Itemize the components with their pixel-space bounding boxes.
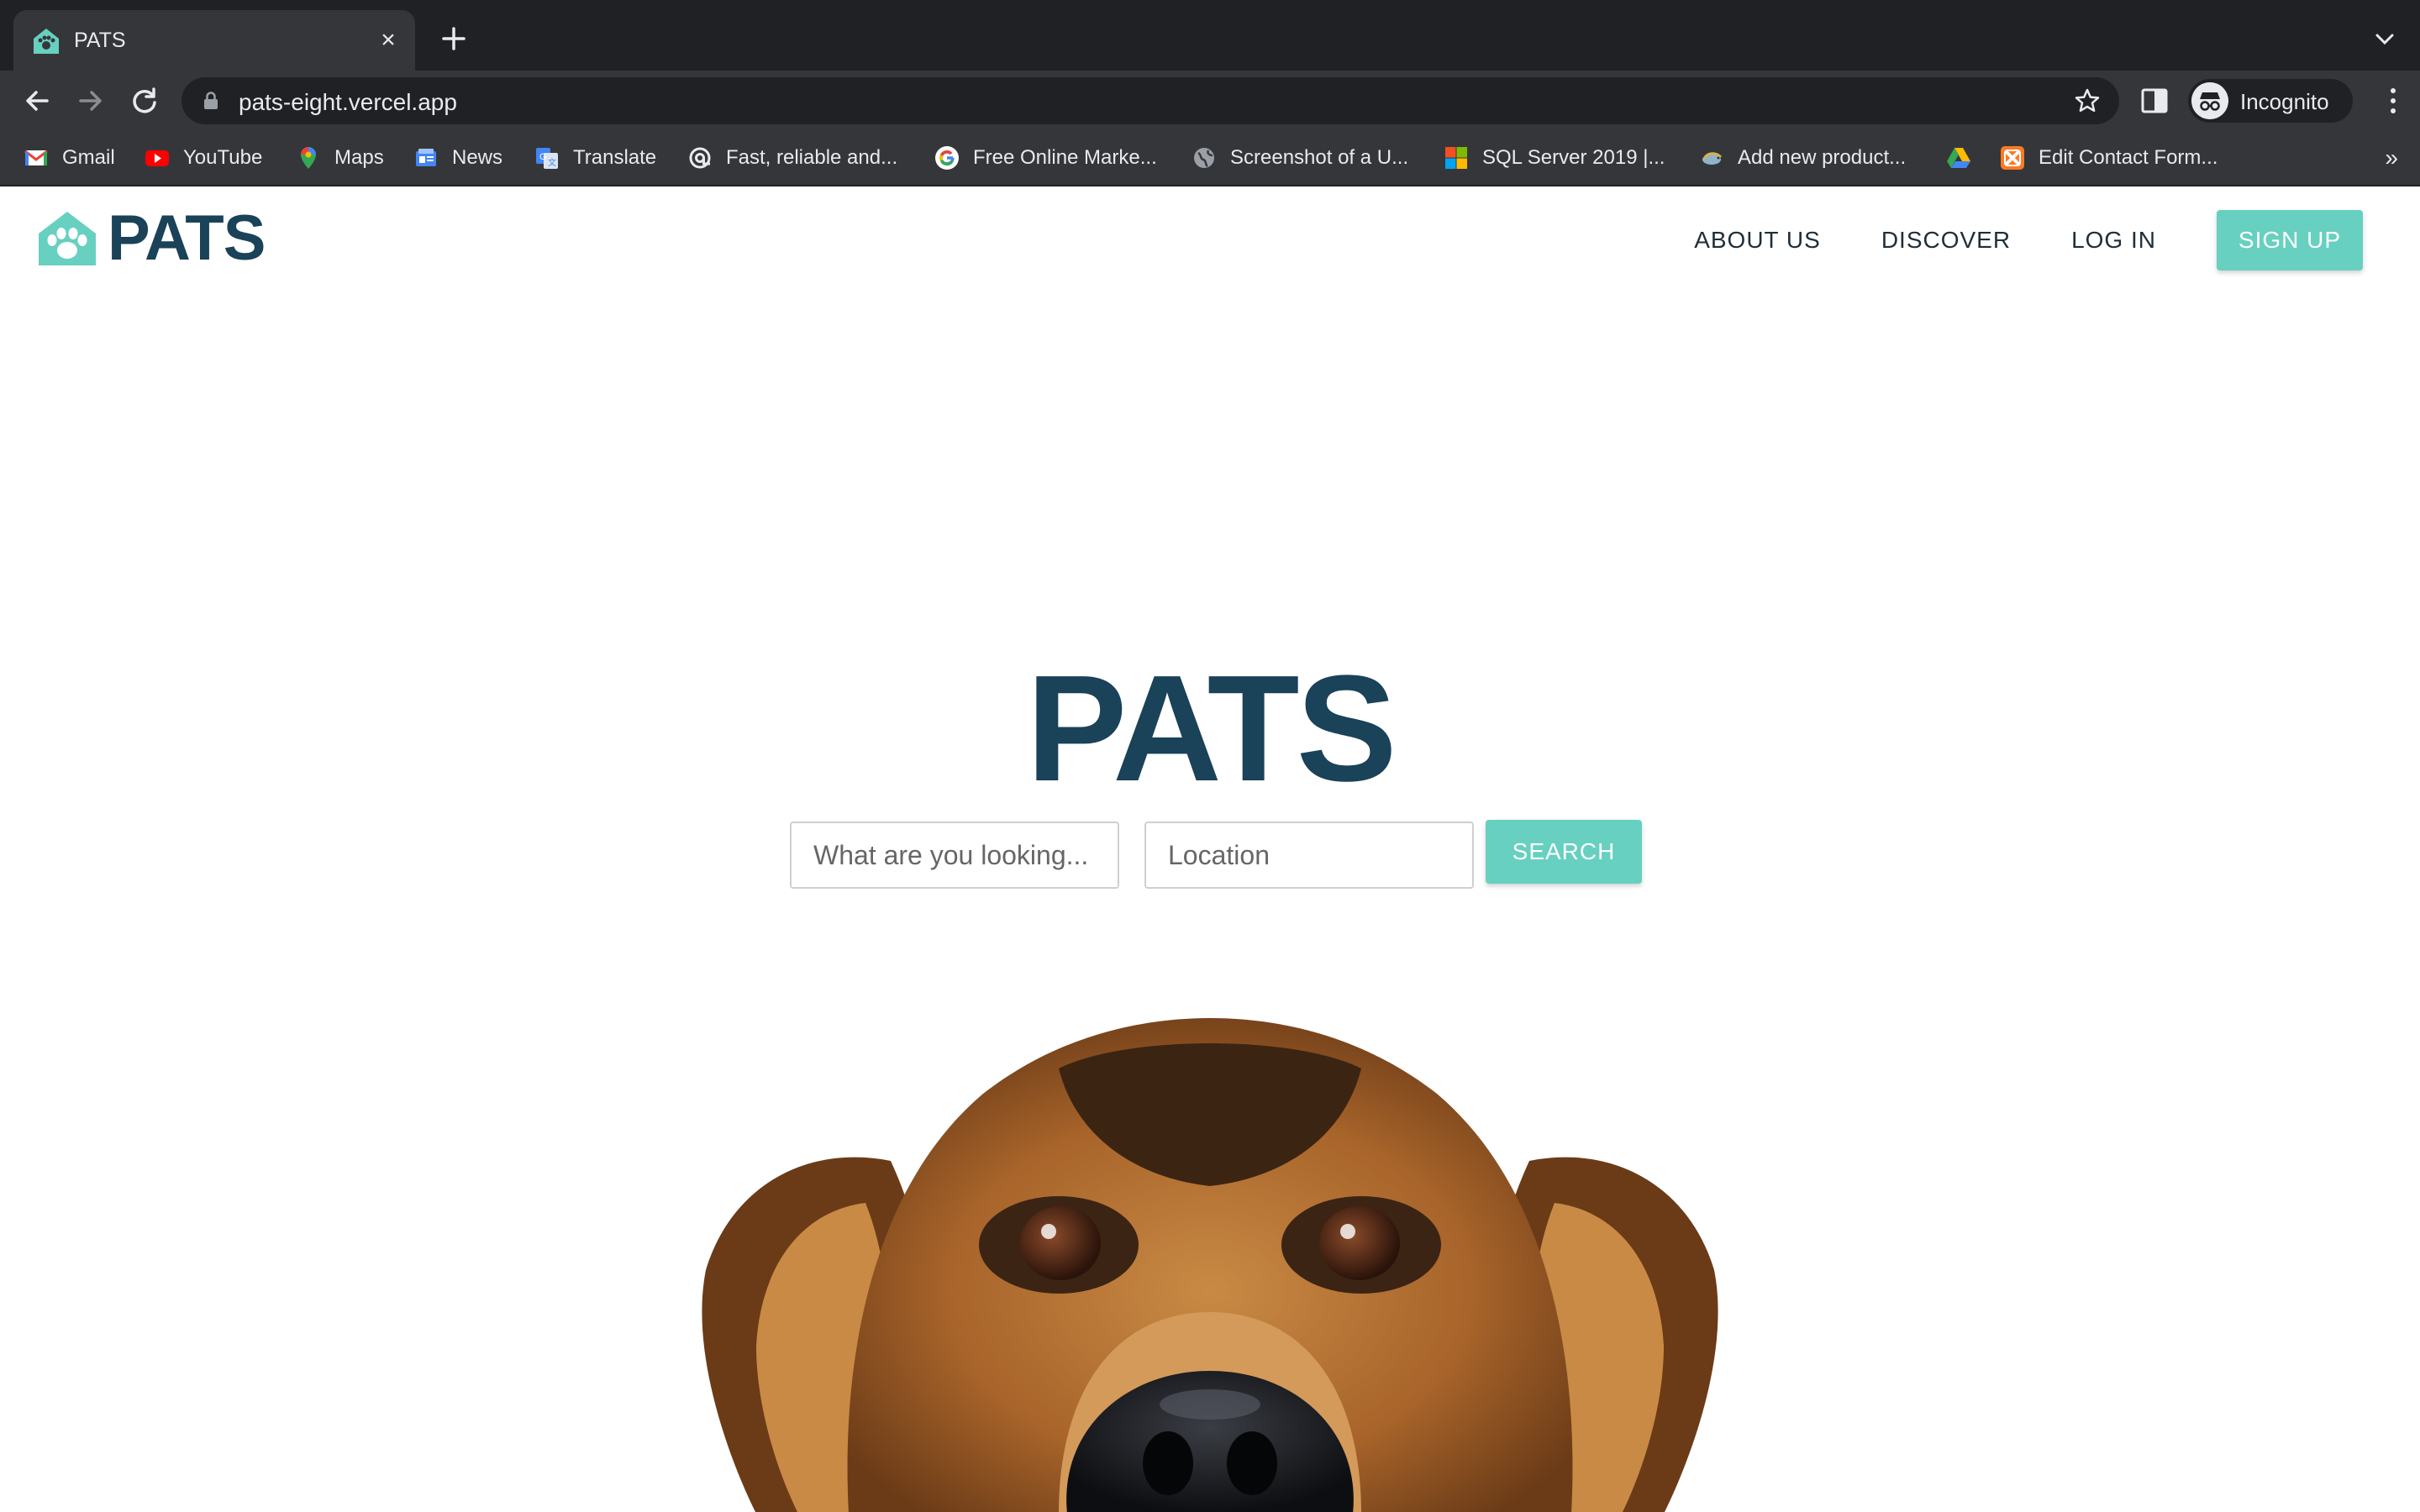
bookmark-translate[interactable]: G 文 Translate bbox=[534, 143, 656, 173]
bookmark-news[interactable]: News bbox=[413, 143, 502, 173]
bookmark-label: News bbox=[452, 146, 503, 169]
bookmark-label: Edit Contact Form... bbox=[2039, 146, 2218, 169]
url-text[interactable]: pats-eight.vercel.app bbox=[239, 89, 457, 116]
incognito-profile-button[interactable]: Incognito bbox=[2188, 79, 2353, 123]
nav-discover[interactable]: DISCOVER bbox=[1881, 227, 2011, 254]
microsoft-icon bbox=[1445, 147, 1467, 169]
logo-wordmark: PATS bbox=[108, 202, 266, 274]
tab-title: PATS bbox=[74, 29, 126, 52]
browser-tab[interactable]: PATS × bbox=[13, 10, 415, 71]
svg-text:G: G bbox=[539, 152, 547, 162]
lock-icon[interactable] bbox=[203, 92, 218, 110]
gmail-icon bbox=[24, 150, 48, 165]
bookmark-gmail[interactable]: Gmail bbox=[24, 143, 115, 173]
back-arrow-icon[interactable] bbox=[18, 82, 55, 119]
bookmark-label: Gmail bbox=[62, 146, 115, 169]
browser-toolbar: pats-eight.vercel.app Incognito bbox=[0, 71, 2420, 131]
bookmarks-overflow-chevron-icon[interactable]: » bbox=[2385, 144, 2398, 171]
tab-close-icon[interactable]: × bbox=[373, 25, 403, 55]
maps-icon bbox=[301, 147, 316, 169]
bookmark-label: Screenshot of a U... bbox=[1230, 146, 1409, 169]
globe-icon bbox=[1194, 148, 1214, 168]
bookmark-label: Add new product... bbox=[1738, 146, 1907, 169]
bookmark-maps[interactable]: Maps bbox=[296, 143, 384, 173]
google-icon bbox=[935, 146, 959, 170]
xampp-icon bbox=[2001, 146, 2024, 170]
bookmark-label: SQL Server 2019 |... bbox=[1482, 146, 1665, 169]
nav-about-us[interactable]: ABOUT US bbox=[1694, 227, 1821, 254]
site-logo[interactable]: PATS bbox=[37, 202, 266, 274]
bookmark-google-drive[interactable] bbox=[1946, 143, 1985, 173]
bookmark-label: Translate bbox=[573, 146, 657, 169]
dog-hero-image bbox=[702, 1018, 1718, 1512]
bookmark-screenshot[interactable]: Screenshot of a U... bbox=[1192, 143, 1408, 173]
bookmark-label: YouTube bbox=[183, 146, 263, 169]
bookmark-sql-server[interactable]: SQL Server 2019 |... bbox=[1444, 143, 1665, 173]
at-sign-icon bbox=[689, 147, 711, 169]
incognito-label: Incognito bbox=[2240, 89, 2329, 114]
side-panel-icon[interactable] bbox=[2139, 86, 2170, 116]
nav-log-in[interactable]: LOG IN bbox=[2071, 227, 2156, 254]
incognito-icon bbox=[2191, 82, 2228, 119]
bookmark-label: Fast, reliable and... bbox=[726, 146, 898, 169]
bookmark-star-icon[interactable] bbox=[2074, 87, 2101, 114]
bird-icon bbox=[1702, 152, 1723, 165]
youtube-icon bbox=[145, 150, 169, 166]
new-tab-icon[interactable] bbox=[437, 22, 471, 55]
search-button[interactable]: SEARCH bbox=[1486, 820, 1642, 884]
bookmark-free-online-marketing[interactable]: Free Online Marke... bbox=[934, 143, 1157, 173]
pats-favicon-icon bbox=[34, 29, 59, 54]
bookmark-label: Free Online Marke... bbox=[973, 146, 1157, 169]
reload-icon[interactable] bbox=[126, 82, 163, 119]
what-search-input[interactable] bbox=[790, 822, 1119, 889]
translate-icon: G 文 bbox=[536, 148, 558, 169]
svg-text:文: 文 bbox=[548, 157, 556, 168]
location-input[interactable] bbox=[1144, 822, 1474, 889]
sign-up-button[interactable]: SIGN UP bbox=[2217, 210, 2363, 270]
bookmark-fast-reliable[interactable]: Fast, reliable and... bbox=[687, 143, 897, 173]
page-content: PATS ABOUT US DISCOVER LOG IN SIGN UP PA… bbox=[0, 186, 2420, 1512]
bookmark-label: Maps bbox=[334, 146, 384, 169]
forward-arrow-icon[interactable] bbox=[72, 82, 109, 119]
main-nav: ABOUT US DISCOVER LOG IN SIGN UP bbox=[1694, 210, 2363, 270]
browser-tabstrip: PATS × bbox=[0, 0, 2420, 71]
bookmarks-bar: Gmail YouTube Maps News G 文 Translate Fa… bbox=[0, 131, 2420, 186]
address-bar[interactable]: pats-eight.vercel.app bbox=[182, 77, 2119, 124]
bookmark-add-new-product[interactable]: Add new product... bbox=[1699, 143, 1906, 173]
browser-menu-icon[interactable] bbox=[2386, 86, 2400, 116]
bookmark-youtube[interactable]: YouTube bbox=[145, 143, 262, 173]
bookmark-edit-contact-form[interactable]: Edit Contact Form... bbox=[2000, 143, 2217, 173]
tab-search-chevron-icon[interactable] bbox=[2371, 25, 2398, 52]
news-icon bbox=[416, 149, 436, 166]
google-drive-icon bbox=[1947, 148, 1970, 168]
hero-title: PATS bbox=[1026, 644, 1397, 813]
house-paw-logo-icon bbox=[39, 212, 96, 265]
